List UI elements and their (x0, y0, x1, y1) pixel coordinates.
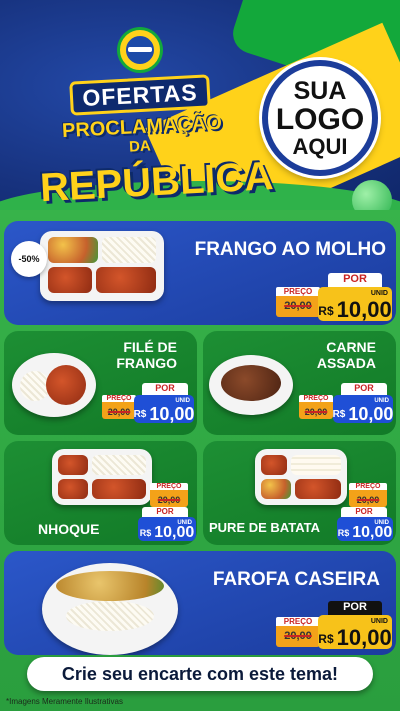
old-price-label: PREÇO (276, 617, 320, 626)
price-value: 10,00 (352, 524, 393, 541)
product-name-line2: FRANGO (116, 355, 177, 372)
food-farofa (56, 571, 164, 601)
product-card-farofa-caseira[interactable]: FAROFA CASEIRA PREÇO 20,00 POR R$ 10,00 … (4, 551, 396, 655)
food-nhoque (92, 479, 146, 499)
food-chicken (46, 365, 86, 405)
product-name: PURE DE BATATA (209, 520, 320, 535)
price-value: 10,00 (348, 404, 394, 424)
old-price: PREÇO 20,00 (299, 395, 333, 419)
currency: R$ (318, 632, 334, 646)
old-price: PREÇO 20,00 (349, 483, 387, 507)
food-meat (221, 365, 281, 401)
unit-label: UNID (374, 520, 389, 526)
currency: R$ (133, 409, 147, 420)
old-price-label: PREÇO (299, 395, 333, 402)
old-price-label: PREÇO (349, 483, 387, 490)
product-image (40, 231, 164, 301)
title-ofertas: OFERTAS (69, 74, 211, 116)
food-side (58, 455, 88, 475)
old-price-value: 20,00 (356, 495, 380, 505)
product-image (52, 449, 152, 505)
product-name: FAROFA CASEIRA (212, 569, 380, 590)
por-label: POR (328, 601, 382, 615)
price-tag: R$ 10,00 UNID (138, 517, 196, 541)
por-label: POR (142, 383, 188, 395)
product-image (42, 563, 178, 655)
old-price-value: 20,00 (107, 407, 131, 417)
header-banner: OFERTAS PROCLAMAÇÃO DA REPÚBLICA SUA LOG… (0, 0, 400, 215)
currency: R$ (139, 528, 152, 538)
por-label: POR (341, 383, 387, 395)
title-republica: REPÚBLICA (38, 154, 275, 211)
logo-text-2: LOGO (275, 102, 365, 136)
price-value: 10,00 (336, 625, 392, 650)
price-value: 10,00 (149, 404, 195, 424)
product-name-line1: CARNE (326, 339, 376, 355)
unit-label: UNID (177, 520, 192, 526)
price-tag: R$ 10,00 UNID (333, 395, 393, 423)
unit-label: UNID (370, 290, 388, 297)
food-salad (261, 479, 291, 499)
product-image (12, 353, 96, 417)
cta-button[interactable]: Crie seu encarte com este tema! (27, 657, 373, 691)
product-card-pure-de-batata[interactable]: PURE DE BATATA PREÇO 20,00 POR R$ 10,00 … (203, 441, 396, 545)
food-rice (66, 601, 154, 631)
product-image (255, 449, 347, 505)
discount-badge: -50% (11, 241, 47, 277)
price-value: 10,00 (154, 524, 195, 541)
price-value: 10,00 (336, 297, 392, 322)
unit-label: UNID (175, 398, 190, 404)
food-side (261, 455, 287, 475)
food-chicken (295, 479, 341, 499)
old-price-label: PREÇO (276, 287, 320, 296)
price-tag: R$ 10,00 UNID (318, 287, 392, 321)
price-tag: R$ 10,00 UNID (134, 395, 194, 423)
food-potato (291, 455, 341, 475)
por-label: POR (341, 507, 387, 517)
currency: R$ (337, 528, 350, 538)
food-salad (58, 479, 88, 499)
currency: R$ (332, 409, 346, 420)
food-side (48, 267, 92, 293)
price-tag: R$ 10,00 UNID (318, 615, 392, 649)
old-price-value: 20,00 (284, 300, 312, 312)
old-price: PREÇO 20,00 (276, 287, 320, 317)
product-card-carne-assada[interactable]: CARNE ASSADA POR PREÇO 20,00 R$ 10,00 UN… (203, 331, 396, 435)
old-price: PREÇO 20,00 (150, 483, 188, 507)
logo-placeholder[interactable]: SUA LOGO AQUI (262, 60, 378, 176)
product-card-nhoque[interactable]: NHOQUE PREÇO 20,00 POR R$ 10,00 UNID (4, 441, 197, 545)
logo-text-3: AQUI (292, 134, 348, 160)
old-price-value: 20,00 (284, 630, 312, 642)
price-tag: R$ 10,00 UNID (337, 517, 393, 541)
food-chicken (96, 267, 156, 293)
product-image (209, 355, 293, 415)
product-name: NHOQUE (38, 521, 100, 537)
por-label: POR (142, 507, 188, 517)
old-price-value: 20,00 (157, 495, 181, 505)
product-name-line2: ASSADA (316, 355, 376, 372)
product-card-frango-ao-molho[interactable]: -50% FRANGO AO MOLHO PREÇO 20,00 POR R$ … (4, 221, 396, 325)
old-price-label: PREÇO (150, 483, 188, 490)
food-salad (48, 237, 98, 263)
old-price-value: 20,00 (304, 407, 328, 417)
unit-label: UNID (374, 398, 389, 404)
old-price: PREÇO 20,00 (276, 617, 320, 647)
logo-text-1: SUA (293, 76, 347, 105)
brazil-flag-icon (120, 30, 160, 70)
footnote: *Imagens Meramente Ilustrativas (6, 697, 123, 706)
por-label: POR (328, 273, 382, 287)
product-name-line1: FILÉ DE (123, 339, 177, 355)
old-price-label: PREÇO (102, 395, 136, 402)
food-rice (92, 455, 146, 475)
product-name: CARNE ASSADA (286, 339, 376, 371)
unit-label: UNID (370, 618, 388, 625)
old-price: PREÇO 20,00 (102, 395, 136, 419)
promo-title: OFERTAS PROCLAMAÇÃO DA REPÚBLICA (30, 20, 274, 210)
product-name: FILÉ DE FRANGO (87, 339, 177, 371)
food-rice (102, 237, 156, 263)
product-card-file-de-frango[interactable]: FILÉ DE FRANGO POR PREÇO 20,00 R$ 10,00 … (4, 331, 197, 435)
product-name: FRANGO AO MOLHO (194, 239, 386, 260)
currency: R$ (318, 304, 334, 318)
